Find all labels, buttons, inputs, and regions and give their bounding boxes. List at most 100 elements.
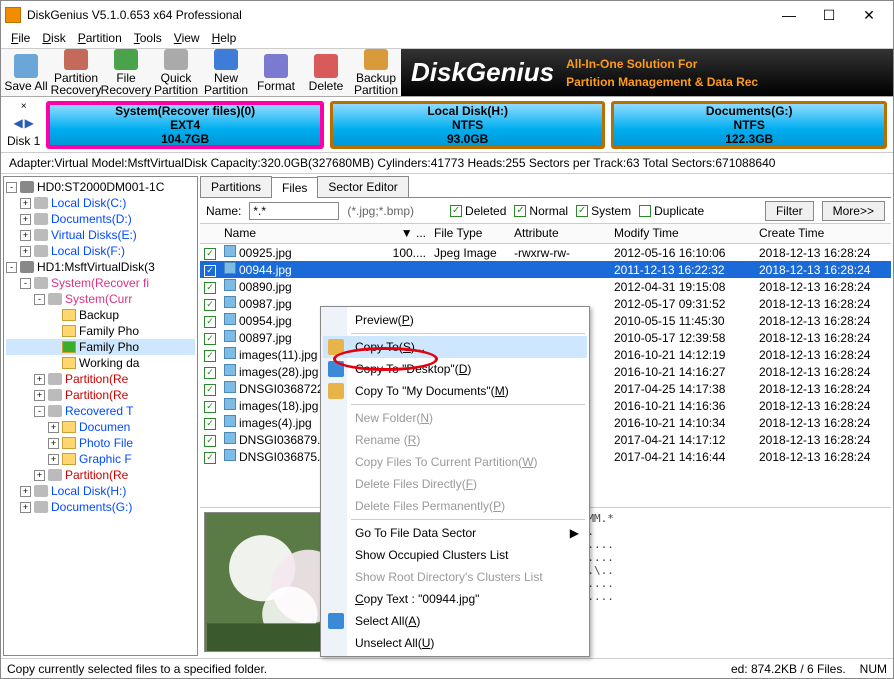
tool-format[interactable]: Format — [251, 49, 301, 96]
col-modify[interactable]: Modify Time — [610, 224, 755, 243]
tab-files[interactable]: Files — [271, 177, 318, 198]
col-attr[interactable]: Attribute — [510, 224, 610, 243]
normal-checkbox[interactable]: ✓Normal — [514, 204, 568, 218]
ctx-copy-to-my-documents-m[interactable]: Copy To "My Documents"(M) — [323, 380, 587, 402]
expand-icon[interactable]: + — [20, 198, 31, 209]
tree-panel[interactable]: -HD0:ST2000DM001-1C+Local Disk(C:)+Docum… — [3, 176, 198, 656]
file-row[interactable]: ✓00925.jpg100....Jpeg Image-rwxrw-rw-201… — [200, 244, 891, 261]
tool-delete[interactable]: Delete — [301, 49, 351, 96]
tool-file-recovery[interactable]: File Recovery — [101, 49, 151, 96]
close-nav-icon[interactable]: × — [21, 101, 27, 112]
row-checkbox[interactable]: ✓ — [204, 350, 216, 362]
tool-new-partition[interactable]: New Partition — [201, 49, 251, 96]
tab-partitions[interactable]: Partitions — [200, 176, 272, 197]
tree-node[interactable]: +Partition(Re — [6, 371, 195, 387]
menu-view[interactable]: View — [170, 30, 204, 47]
menu-tools[interactable]: Tools — [130, 30, 166, 47]
ctx-unselect-all-u[interactable]: Unselect All(U) — [323, 632, 587, 654]
partition-block[interactable]: System(Recover files)(0)EXT4104.7GB — [46, 101, 324, 149]
row-checkbox[interactable]: ✓ — [204, 452, 216, 464]
name-input[interactable] — [249, 202, 339, 220]
tree-node[interactable]: +Documents(G:) — [6, 499, 195, 515]
expand-icon[interactable]: + — [20, 230, 31, 241]
row-checkbox[interactable]: ✓ — [204, 316, 216, 328]
minimize-button[interactable]: — — [769, 2, 809, 28]
menu-partition[interactable]: Partition — [74, 30, 126, 47]
menu-help[interactable]: Help — [208, 30, 241, 47]
filter-button[interactable]: Filter — [765, 201, 814, 221]
more-button[interactable]: More>> — [822, 201, 885, 221]
expand-icon[interactable]: + — [20, 214, 31, 225]
tree-node[interactable]: +Local Disk(F:) — [6, 243, 195, 259]
system-checkbox[interactable]: ✓System — [576, 204, 631, 218]
tree-node[interactable]: +Local Disk(C:) — [6, 195, 195, 211]
expand-icon[interactable]: - — [20, 278, 31, 289]
maximize-button[interactable]: ☐ — [809, 2, 849, 28]
tree-node[interactable]: +Graphic F — [6, 451, 195, 467]
tree-node[interactable]: +Local Disk(H:) — [6, 483, 195, 499]
tree-node[interactable]: +Partition(Re — [6, 387, 195, 403]
col-name[interactable]: Name — [220, 224, 380, 243]
expand-icon[interactable]: + — [20, 502, 31, 513]
tree-node[interactable]: Backup — [6, 307, 195, 323]
tree-node[interactable]: -System(Curr — [6, 291, 195, 307]
deleted-checkbox[interactable]: ✓Deleted — [450, 204, 506, 218]
context-menu[interactable]: Preview(P) Copy To(S)...Copy To "Desktop"… — [320, 306, 590, 657]
partition-block[interactable]: Documents(G:)NTFS122.3GB — [611, 101, 887, 149]
close-button[interactable]: ✕ — [849, 2, 889, 28]
partition-block[interactable]: Local Disk(H:)NTFS93.0GB — [330, 101, 606, 149]
tree-node[interactable]: -HD1:MsftVirtualDisk(3 — [6, 259, 195, 275]
duplicate-checkbox[interactable]: Duplicate — [639, 204, 704, 218]
expand-icon[interactable]: + — [48, 422, 59, 433]
expand-icon[interactable]: - — [34, 294, 45, 305]
ctx-show-occupied-clusters-list[interactable]: Show Occupied Clusters List — [323, 544, 587, 566]
expand-icon[interactable]: + — [20, 246, 31, 257]
ctx-preview-p[interactable]: Preview(P) — [323, 309, 587, 331]
tree-node[interactable]: +Documen — [6, 419, 195, 435]
row-checkbox[interactable]: ✓ — [204, 384, 216, 396]
expand-icon[interactable]: - — [6, 182, 17, 193]
expand-icon[interactable]: + — [34, 374, 45, 385]
expand-icon[interactable]: + — [20, 486, 31, 497]
col-size[interactable]: ▼ ... — [380, 224, 430, 243]
tree-node[interactable]: -HD0:ST2000DM001-1C — [6, 179, 195, 195]
expand-icon[interactable]: + — [34, 390, 45, 401]
expand-icon[interactable]: + — [34, 470, 45, 481]
menu-disk[interactable]: Disk — [38, 30, 69, 47]
row-checkbox[interactable]: ✓ — [204, 367, 216, 379]
tree-node[interactable]: +Virtual Disks(E:) — [6, 227, 195, 243]
expand-icon[interactable]: + — [48, 454, 59, 465]
row-checkbox[interactable]: ✓ — [204, 401, 216, 413]
menu-file[interactable]: File — [7, 30, 34, 47]
tool-quick-partition[interactable]: Quick Partition — [151, 49, 201, 96]
ctx-select-all-a[interactable]: Select All(A) — [323, 610, 587, 632]
tool-partition-recovery[interactable]: Partition Recovery — [51, 49, 101, 96]
ctx-copy-to-desktop-d[interactable]: Copy To "Desktop"(D) — [323, 358, 587, 380]
next-arrow-icon[interactable]: ▶ — [25, 116, 34, 130]
row-checkbox[interactable]: ✓ — [204, 333, 216, 345]
col-create[interactable]: Create Time — [755, 224, 891, 243]
tree-node[interactable]: +Documents(D:) — [6, 211, 195, 227]
row-checkbox[interactable]: ✓ — [204, 418, 216, 430]
expand-icon[interactable]: - — [34, 406, 45, 417]
ctx-copy-to-s[interactable]: Copy To(S)... — [323, 336, 587, 358]
expand-icon[interactable]: + — [48, 438, 59, 449]
file-row[interactable]: ✓00890.jpg2012-04-31 19:15:082018-12-13 … — [200, 278, 891, 295]
tree-node[interactable]: Family Pho — [6, 339, 195, 355]
row-checkbox[interactable]: ✓ — [204, 435, 216, 447]
row-checkbox[interactable]: ✓ — [204, 265, 216, 277]
row-checkbox[interactable]: ✓ — [204, 299, 216, 311]
tool-backup-partition[interactable]: Backup Partition — [351, 49, 401, 96]
file-row[interactable]: ✓00944.jpg2011-12-13 16:22:322018-12-13 … — [200, 261, 891, 278]
tree-node[interactable]: Family Pho — [6, 323, 195, 339]
tree-node[interactable]: -System(Recover fi — [6, 275, 195, 291]
tree-node[interactable]: Working da — [6, 355, 195, 371]
expand-icon[interactable]: - — [6, 262, 17, 273]
col-type[interactable]: File Type — [430, 224, 510, 243]
ctx-go-to-file-data-sector[interactable]: Go To File Data Sector▶ — [323, 522, 587, 544]
tool-save-all[interactable]: Save All — [1, 49, 51, 96]
tab-sector-editor[interactable]: Sector Editor — [317, 176, 408, 197]
row-checkbox[interactable]: ✓ — [204, 282, 216, 294]
tree-node[interactable]: +Partition(Re — [6, 467, 195, 483]
row-checkbox[interactable]: ✓ — [204, 248, 216, 260]
